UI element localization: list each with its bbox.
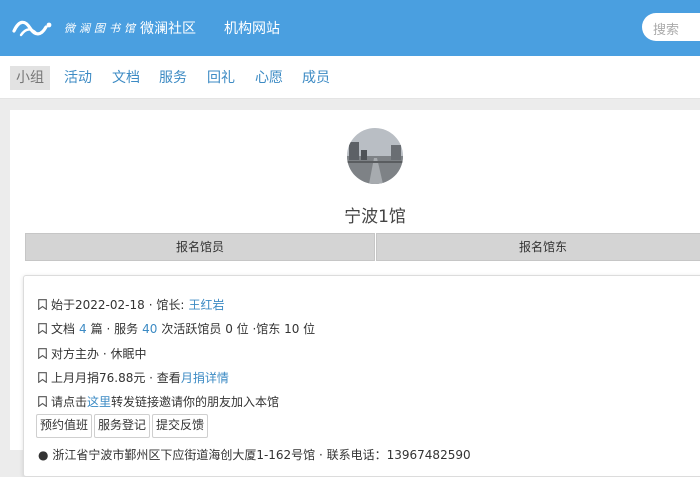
start-date: 2022-02-18 [75,297,145,312]
group-info-panel: 始于 2022-02-18 · 馆长: 王红岩 文档 4 篇 · 服务 40 次… [23,275,700,477]
leader-label: · 馆长: [148,298,185,312]
invite-prefix: 请点击 [51,395,88,409]
invite-suffix: 转发链接邀请你的朋友加入本馆 [111,395,280,409]
start-prefix: 始于 [51,298,76,312]
group-name: 宁波1馆 [344,207,406,227]
status-text: 对方主办 · 休眠中 [51,347,147,361]
info-row-status: 对方主办 · 休眠中 [38,345,146,362]
bookmark-icon [38,299,47,310]
top-navbar: 微澜图书馆 微澜社区 机构网站 搜索 [0,0,700,56]
logo[interactable]: 微澜图书馆 [12,14,139,42]
tab-gifts[interactable]: 回礼 [207,66,235,90]
location-pin-icon: ● [38,448,49,462]
tab-members[interactable]: 成员 [302,66,330,90]
logo-text: 微澜图书馆 [64,22,139,35]
bookmark-icon [38,396,47,407]
service-register-button[interactable]: 服务登记 [94,414,151,438]
docs-count-link[interactable]: 4 [79,322,87,336]
service-suffix: 次活跃馆员 0 位 ·馆东 10 位 [161,322,316,336]
leader-name-link[interactable]: 王红岩 [188,296,224,313]
group-avatar [347,128,403,184]
tab-services[interactable]: 服务 [159,66,187,90]
submit-feedback-button[interactable]: 提交反馈 [152,414,209,438]
tab-documents[interactable]: 文档 [112,66,140,90]
info-row-start: 始于 2022-02-18 · 馆长: 王红岩 [38,296,224,313]
bookmark-icon [38,372,47,383]
join-as-member-button[interactable]: 报名馆员 [25,233,375,261]
info-row-invite: 请点击 这里 转发链接邀请你的朋友加入本馆 [38,393,279,410]
bookmark-icon [38,348,47,359]
service-count-link[interactable]: 40 [142,322,157,336]
bookmark-icon [38,323,47,334]
book-shift-button[interactable]: 预约值班 [36,414,93,438]
nav-link-community[interactable]: 微澜社区 [140,18,196,38]
search-input[interactable]: 搜索 [642,13,700,41]
info-row-donation: 上月月捐76.88元 · 查看 月捐详情 [38,369,229,386]
donation-text: 上月月捐76.88元 · 查看 [51,371,181,385]
invite-here-link[interactable]: 这里 [87,393,111,410]
donation-details-link[interactable]: 月捐详情 [181,369,229,386]
logo-icon [12,20,52,37]
group-tabs: 小组 活动 文档 服务 回礼 心愿 成员 [0,56,700,99]
address-line: ● 浙江省宁波市鄞州区下应街道海创大厦1-162号馆 · 联系电话：139674… [38,446,471,463]
join-as-sponsor-button[interactable]: 报名馆东 [376,233,700,261]
group-card: 宁波1馆 报名馆员 报名馆东 始于 2022-02-18 · 馆长: 王红岩 文… [10,110,700,477]
tab-group[interactable]: 小组 [10,66,50,90]
info-row-stats: 文档 4 篇 · 服务 40 次活跃馆员 0 位 ·馆东 10 位 [38,320,315,337]
docs-unit: 篇 · 服务 [90,322,139,336]
address-text: 浙江省宁波市鄞州区下应街道海创大厦1-162号馆 · 联系电话：13967482… [52,448,471,462]
tab-wishes[interactable]: 心愿 [255,66,283,90]
docs-label: 文档 [51,322,76,336]
nav-link-org-site[interactable]: 机构网站 [224,18,280,38]
tab-activities[interactable]: 活动 [64,66,92,90]
